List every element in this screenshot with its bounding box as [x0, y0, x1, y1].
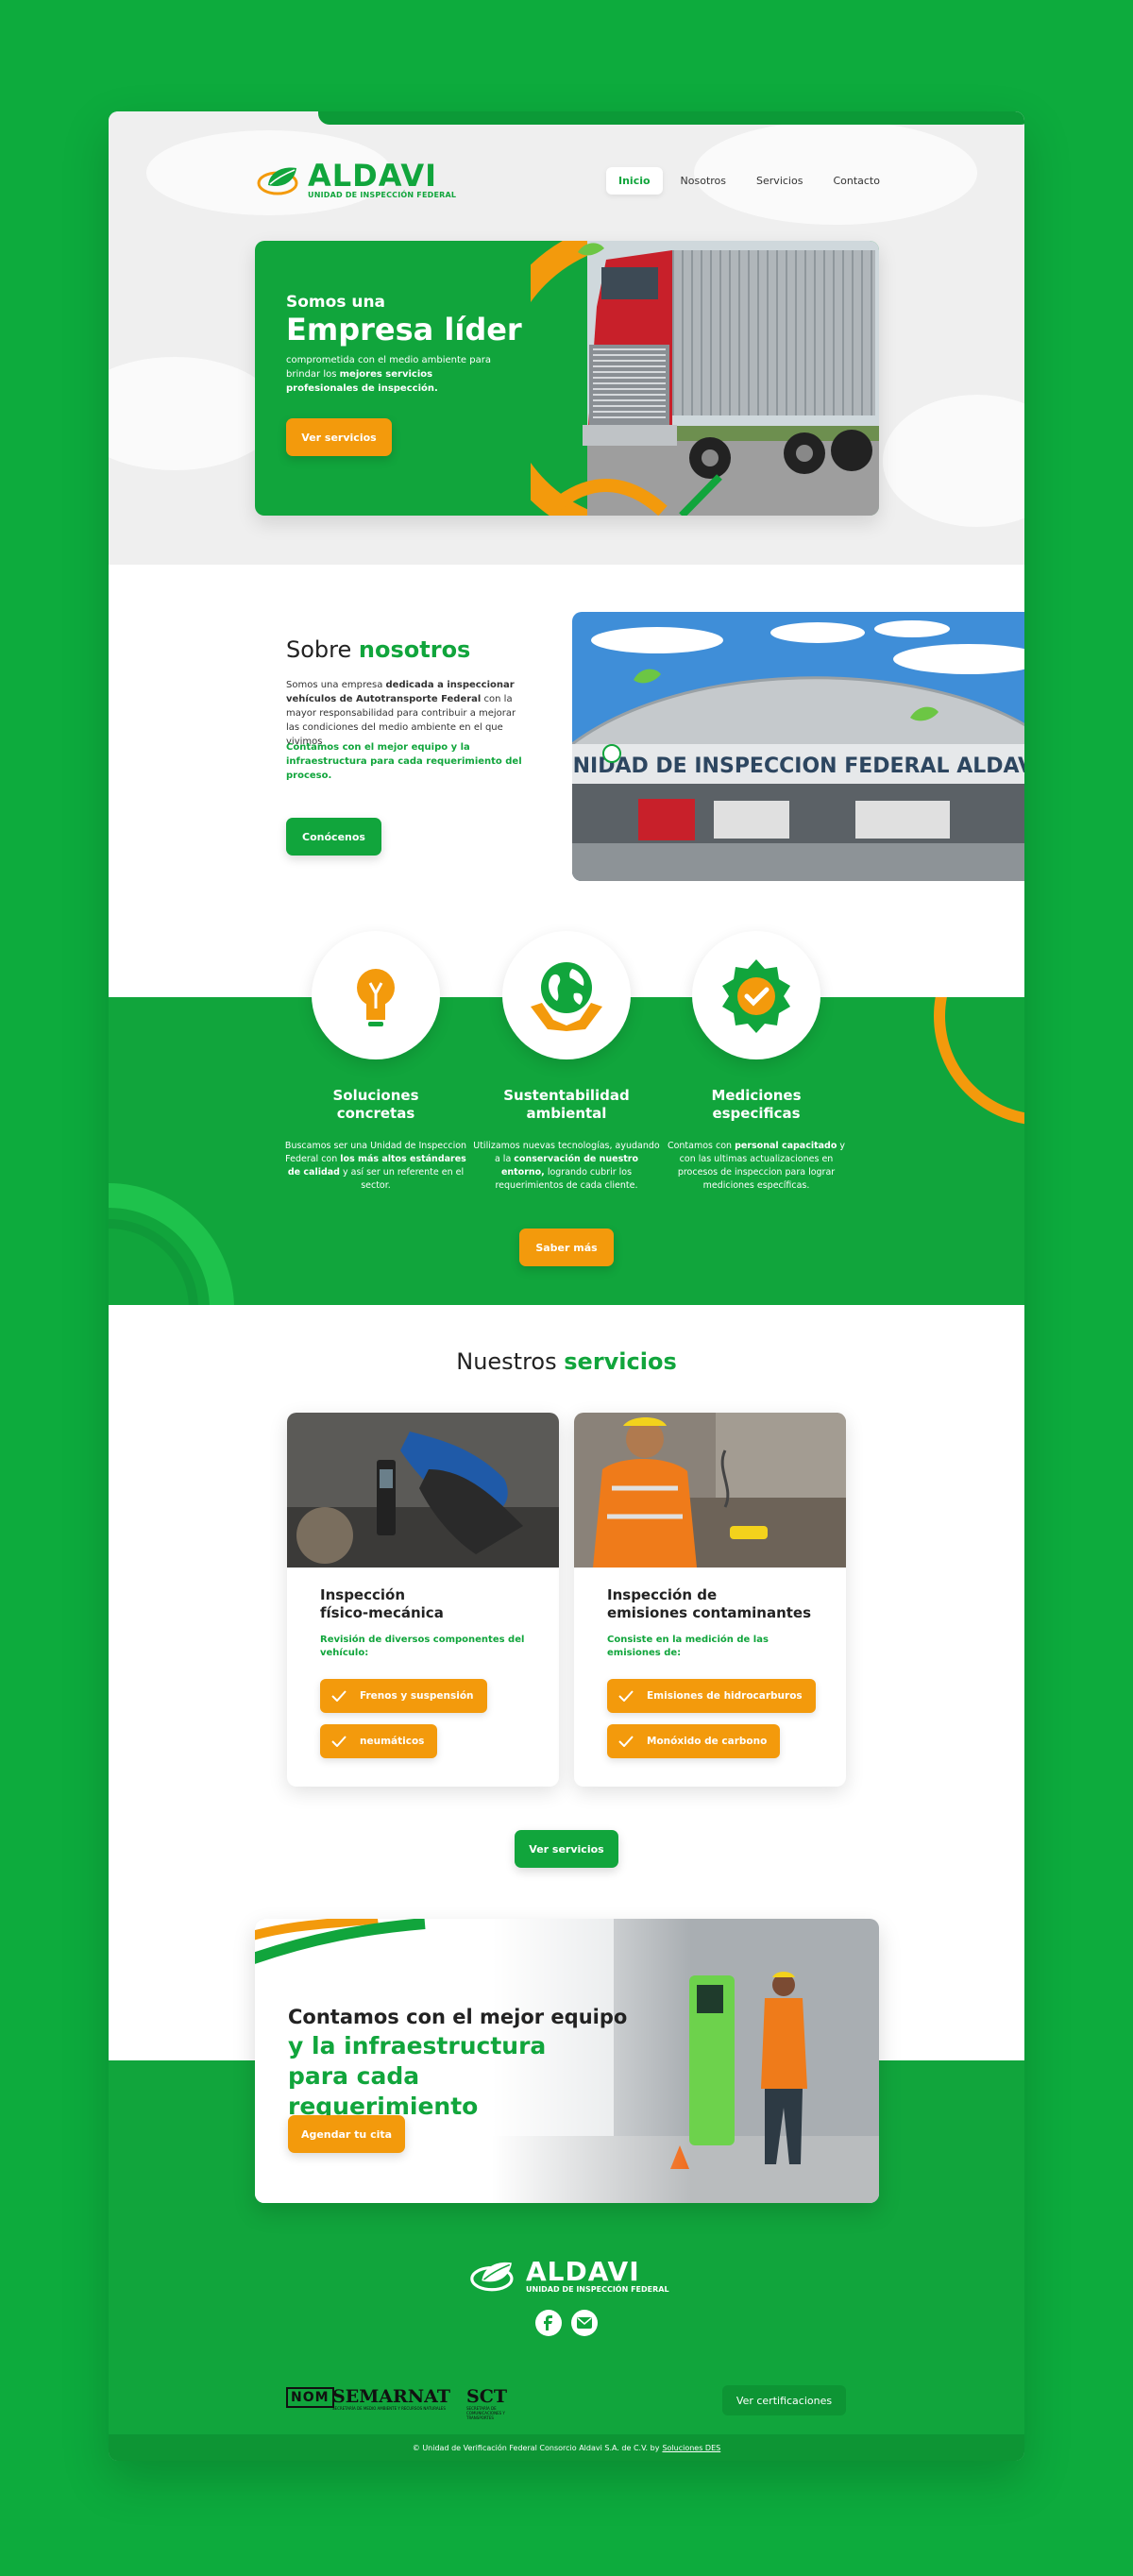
brand-logo[interactable]: ALDAVI UNIDAD DE INSPECCIÓN FEDERAL [255, 161, 456, 199]
page-frame: ALDAVI UNIDAD DE INSPECCIÓN FEDERAL Inic… [109, 111, 1024, 2461]
service-chip[interactable]: Monóxido de carbono [607, 1724, 781, 1758]
cta-line1: Contamos con el mejor equipo [288, 2006, 628, 2028]
partner-semarnat-logo: SEMARNAT SECRETARÍA DE MEDIO AMBIENTE Y … [332, 2386, 450, 2411]
nav-nosotros[interactable]: Nosotros [668, 167, 738, 195]
service-title-2: Inspección de emisiones contaminantes [607, 1586, 812, 1621]
leaf-logo-icon [470, 2262, 514, 2292]
services-ver-servicios-button[interactable]: Ver servicios [515, 1830, 618, 1868]
hero-line1: Somos una [286, 293, 386, 312]
brand-name: ALDAVI [308, 158, 437, 194]
feature-title-2: Sustentabilidad ambiental [503, 1087, 630, 1122]
feature-circle-3 [692, 931, 820, 1059]
top-accent-bar [318, 111, 1024, 125]
check-icon [331, 1736, 347, 1747]
about-text: Somos una empresa dedicada a inspecciona… [286, 680, 516, 747]
feature-circle-2 [502, 931, 631, 1059]
hero-text: comprometida con el medio ambiente para … [286, 355, 491, 394]
service-image-2 [574, 1413, 846, 1568]
service-chip[interactable]: neumáticos [320, 1724, 438, 1758]
cta-banner: Contamos con el mejor equipo y la infrae… [255, 1919, 879, 2203]
service-image-1 [287, 1413, 559, 1568]
main-nav: Inicio Nosotros Servicios Contacto [606, 167, 892, 195]
saber-mas-button[interactable]: Saber más [519, 1229, 614, 1266]
facility-sign-text: UNIDAD DE INSPECCION FEDERAL ALDAVI [572, 754, 1024, 778]
service-subtitle-2: Consiste en la medición de las emisiones… [607, 1635, 769, 1658]
brand-subtitle: UNIDAD DE INSPECCIÓN FEDERAL [308, 191, 457, 199]
nav-inicio[interactable]: Inicio [606, 167, 663, 195]
service-subtitle-1: Revisión de diversos componentes del veh… [320, 1635, 525, 1658]
badge-check-icon [722, 959, 790, 1033]
cta-line2: y la infraestructura para cada requerimi… [288, 2032, 547, 2120]
about-title: Sobre nosotros [286, 636, 471, 663]
footer-brand-name: ALDAVI [526, 2255, 640, 2287]
nav-contacto[interactable]: Contacto [820, 167, 892, 195]
hero-truck-image [481, 241, 879, 516]
copyright-bar: © Unidad de Verificación Federal Consorc… [109, 2434, 1024, 2461]
feature-title-3: Mediciones especificas [711, 1087, 802, 1122]
credit-link[interactable]: Soluciones DES [662, 2444, 720, 2452]
hero-title: Empresa líder [286, 312, 522, 347]
feature-circle-1 [312, 931, 440, 1059]
facility-image: UNIDAD DE INSPECCION FEDERAL ALDAVI [572, 612, 1024, 881]
hero-ver-servicios-button[interactable]: Ver servicios [286, 418, 392, 456]
service-chip[interactable]: Emisiones de hidrocarburos [607, 1679, 816, 1713]
service-chip[interactable]: Frenos y suspensión [320, 1679, 487, 1713]
hero-section: ALDAVI UNIDAD DE INSPECCIÓN FEDERAL Inic… [109, 111, 1024, 565]
feature-title-1: Soluciones concretas [332, 1087, 419, 1122]
partner-sct-logo: SCT SECRETARÍA DE COMUNICACIONES Y TRANS… [466, 2386, 507, 2420]
service-title-1: Inspección físico-mecánica [320, 1586, 444, 1621]
email-icon[interactable] [571, 2310, 598, 2336]
check-icon [331, 1690, 347, 1702]
service-card-2: Inspección de emisiones contaminantes Con… [574, 1413, 846, 1787]
about-highlight: Contamos con el mejor equipo y la infrae… [286, 742, 522, 781]
conocenos-button[interactable]: Conócenos [286, 818, 381, 856]
feature-text-3: Contamos con personal capacitado y con l… [667, 1141, 846, 1191]
footer-brand-subtitle: UNIDAD DE INSPECCIÓN FEDERAL [526, 2284, 669, 2294]
service-card-1: Inspección físico-mecánica Revisión de di… [287, 1413, 559, 1787]
partner-nom-logo: NOM [286, 2387, 334, 2408]
lightbulb-icon [357, 969, 395, 1026]
nav-servicios[interactable]: Servicios [744, 167, 815, 195]
check-icon [618, 1736, 634, 1747]
leaf-logo-icon [255, 162, 304, 198]
services-title: Nuestros servicios [456, 1348, 677, 1375]
footer-logo[interactable]: ALDAVI UNIDAD DE INSPECCIÓN FEDERAL [467, 2257, 669, 2295]
agendar-cita-button[interactable]: Agendar tu cita [288, 2115, 405, 2153]
feature-text-1: Buscamos ser una Unidad de Inspeccion Fe… [284, 1141, 467, 1191]
feature-text-2: Utilizamos nuevas tecnologías, ayudando … [473, 1141, 660, 1191]
check-icon [618, 1690, 634, 1702]
facebook-icon[interactable] [535, 2310, 562, 2336]
globe-hands-icon [531, 962, 602, 1031]
hero-banner: Somos una Empresa líder comprometida con… [255, 241, 879, 516]
ver-certificaciones-button[interactable]: Ver certificaciones [722, 2385, 846, 2415]
